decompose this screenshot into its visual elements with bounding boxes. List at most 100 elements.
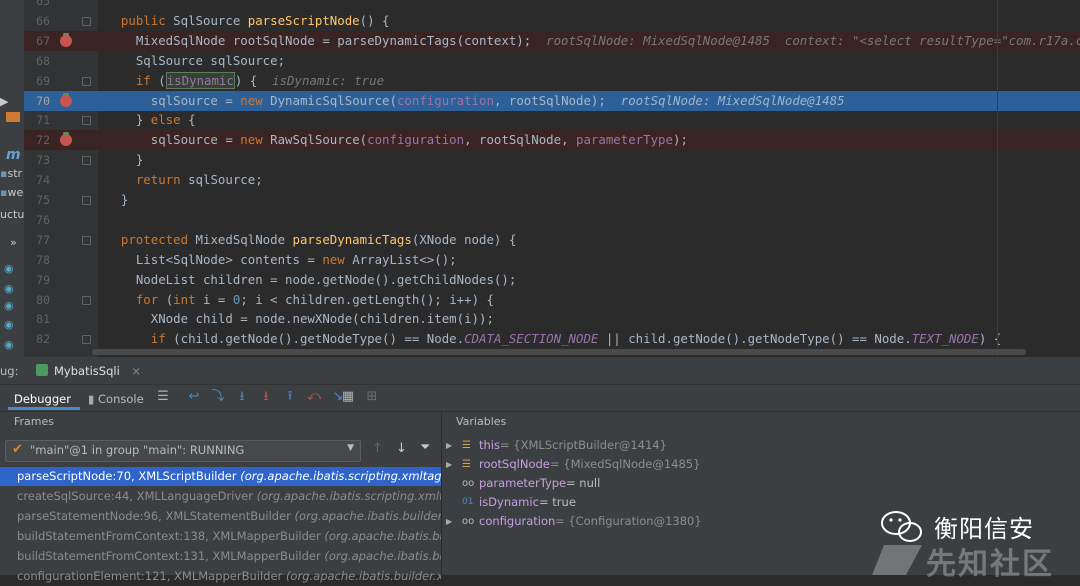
- breakpoint-icon[interactable]: [60, 32, 72, 47]
- code-text: sqlSource = new DynamicSqlSource(configu…: [106, 92, 845, 108]
- down-arrow-icon[interactable]: ↓: [396, 441, 407, 456]
- variable-name: rootSqlNode: [479, 457, 550, 471]
- code-line[interactable]: 73 }: [24, 150, 1080, 170]
- stack-frame-item[interactable]: buildStatementFromContext:138, XMLMapper…: [0, 527, 441, 546]
- code-text: MixedSqlNode rootSqlNode = parseDynamicT…: [106, 32, 1080, 48]
- step-into-icon[interactable]: ⭳: [234, 389, 250, 405]
- code-line[interactable]: 80 for (int i = 0; i < children.getLengt…: [24, 290, 1080, 310]
- code-line[interactable]: 74 return sqlSource;: [24, 170, 1080, 190]
- code-text: if (isDynamic) { isDynamic: true: [135, 71, 385, 89]
- variable-value: = {XMLScriptBuilder@1414}: [500, 438, 667, 452]
- code-line[interactable]: 68 SqlSource sqlSource;: [24, 51, 1080, 71]
- code-line[interactable]: 81 XNode child = node.newXNode(children.…: [24, 309, 1080, 329]
- force-step-into-icon[interactable]: ⭳: [258, 389, 274, 405]
- line-number: 77: [36, 232, 50, 247]
- frames-panel: Frames ✔ "main"@1 in group "main": RUNNI…: [0, 412, 442, 583]
- folder-icon[interactable]: [6, 112, 20, 122]
- fold-marker-icon[interactable]: [82, 116, 91, 126]
- breakpoint-icon[interactable]: [60, 132, 72, 147]
- step-out-icon[interactable]: ⭱: [282, 389, 298, 405]
- show-execution-point-icon[interactable]: ↩: [186, 389, 202, 405]
- expand-arrow-icon[interactable]: ▶: [446, 436, 452, 455]
- line-number: 65: [36, 0, 50, 8]
- stack-frame-item[interactable]: parseScriptNode:70, XMLScriptBuilder (or…: [0, 467, 441, 486]
- class-icon: ◉: [4, 262, 14, 275]
- frame-package: (org.apache.ibatis.builder.xml): [285, 569, 441, 583]
- run-config-name: MybatisSqli: [54, 364, 120, 378]
- code-text: return sqlSource;: [135, 172, 263, 188]
- code-line[interactable]: 76: [24, 210, 1080, 230]
- fold-marker-icon[interactable]: [82, 196, 91, 205]
- code-line[interactable]: 75 }: [24, 190, 1080, 210]
- fold-marker-icon[interactable]: [82, 295, 91, 305]
- line-number: 80: [36, 292, 50, 307]
- strip-label-structure[interactable]: uctur: [0, 208, 24, 226]
- code-text: }: [106, 192, 129, 207]
- debugger-tab-underline: [8, 407, 80, 410]
- fold-marker-icon[interactable]: [82, 335, 91, 345]
- current-execution-line[interactable]: 70 sqlSource = new DynamicSqlSource(conf…: [24, 90, 1080, 111]
- strip-more-chevron[interactable]: »: [10, 236, 24, 254]
- code-text: protected MixedSqlNode parseDynamicTags(…: [120, 231, 517, 247]
- line-number: 70: [36, 93, 50, 108]
- code-line[interactable]: 82 if (child.getNode().getNodeType() == …: [24, 329, 1080, 349]
- check-icon: ✔: [12, 442, 23, 457]
- line-number: 76: [36, 212, 50, 227]
- stack-frame-item[interactable]: parseStatementNode:96, XMLStatementBuild…: [0, 507, 441, 526]
- thread-select[interactable]: ✔ "main"@1 in group "main": RUNNING ▼: [5, 440, 361, 462]
- variable-row[interactable]: oo parameterType = null: [442, 474, 1080, 493]
- close-icon[interactable]: ×: [131, 364, 141, 378]
- step-over-icon[interactable]: ⤵: [210, 389, 226, 405]
- line-number: 79: [36, 272, 50, 287]
- code-line[interactable]: 71 } else {: [24, 110, 1080, 130]
- code-line[interactable]: 77 protected MixedSqlNode parseDynamicTa…: [24, 230, 1080, 250]
- variable-value: = null: [566, 476, 601, 490]
- expand-arrow-icon[interactable]: ▶: [0, 95, 24, 113]
- code-line[interactable]: 67 MixedSqlNode rootSqlNode = parseDynam…: [24, 30, 1080, 51]
- breakpoint-icon[interactable]: [60, 92, 72, 107]
- debug-config-icon: [36, 364, 48, 376]
- code-line[interactable]: 69 if (isDynamic) { isDynamic: true: [24, 71, 1080, 91]
- class-icon: ◉: [4, 318, 14, 331]
- variable-row[interactable]: ▶ ☰ this = {XMLScriptBuilder@1414}: [442, 436, 1080, 455]
- filter-icon[interactable]: ⏷: [420, 440, 430, 455]
- fold-marker-icon[interactable]: [82, 156, 91, 166]
- frame-method: parseStatementNode:96, XMLStatementBuild…: [17, 509, 295, 523]
- stack-frame-item[interactable]: createSqlSource:44, XMLLanguageDriver (o…: [0, 487, 441, 506]
- tab-console-label: Console: [98, 392, 144, 406]
- code-line[interactable]: 78 List<SqlNode> contents = new ArrayLis…: [24, 250, 1080, 270]
- variable-value: = {Configuration@1380}: [555, 514, 702, 528]
- fold-marker-icon[interactable]: [82, 16, 91, 26]
- frame-package: (org.apache.ibatis.builder.xml): [324, 549, 441, 563]
- expand-arrow-icon[interactable]: ▶: [446, 512, 452, 531]
- frame-package: (org.apache.ibatis.builder.xml): [294, 509, 441, 523]
- right-margin-guide: [997, 0, 998, 357]
- frame-method: parseScriptNode:70, XMLScriptBuilder: [17, 469, 241, 483]
- stack-frame-item[interactable]: configurationElement:121, XMLMapperBuild…: [0, 567, 441, 586]
- drop-frame-icon[interactable]: ⤺: [306, 389, 322, 405]
- field-icon: ☰: [462, 440, 471, 451]
- expand-arrow-icon[interactable]: ▶: [446, 455, 452, 474]
- stack-frame-item[interactable]: buildStatementFromContext:131, XMLMapper…: [0, 547, 441, 566]
- run-config-tab[interactable]: MybatisSqli ×: [36, 361, 141, 381]
- evaluate-expression-icon[interactable]: ▦: [340, 389, 356, 405]
- variable-value: = true: [539, 495, 576, 509]
- code-text: List<SqlNode> contents = new ArrayList<>…: [106, 251, 457, 267]
- line-number: 74: [36, 173, 50, 188]
- tab-console[interactable]: ▮ Console: [88, 389, 144, 409]
- menu-icon[interactable]: ☰: [155, 389, 171, 405]
- code-editor[interactable]: ▶ m ▪str ▪we uctur » ◉ ◉ ◉ ◉ ◉ 65 66 publ…: [0, 0, 1080, 357]
- horizontal-scrollbar[interactable]: [92, 349, 1026, 355]
- up-arrow-icon[interactable]: ↑: [372, 441, 383, 456]
- trace-icon[interactable]: ⊞: [364, 389, 380, 405]
- variable-row[interactable]: ▶ ☰ rootSqlNode = {MixedSqlNode@1485}: [442, 455, 1080, 474]
- fold-marker-icon[interactable]: [82, 235, 91, 245]
- code-line[interactable]: 65: [24, 0, 1080, 11]
- fold-marker-icon[interactable]: [82, 76, 91, 86]
- tab-debugger[interactable]: Debugger: [14, 389, 71, 409]
- code-line[interactable]: 72 sqlSource = new RawSqlSource(configur…: [24, 130, 1080, 151]
- code-text: for (int i = 0; i < children.getLength()…: [135, 291, 494, 307]
- code-line[interactable]: 66 public SqlSource parseScriptNode() {: [24, 11, 1080, 31]
- code-line[interactable]: 79 NodeList children = node.getNode().ge…: [24, 270, 1080, 290]
- line-number: 78: [36, 252, 50, 267]
